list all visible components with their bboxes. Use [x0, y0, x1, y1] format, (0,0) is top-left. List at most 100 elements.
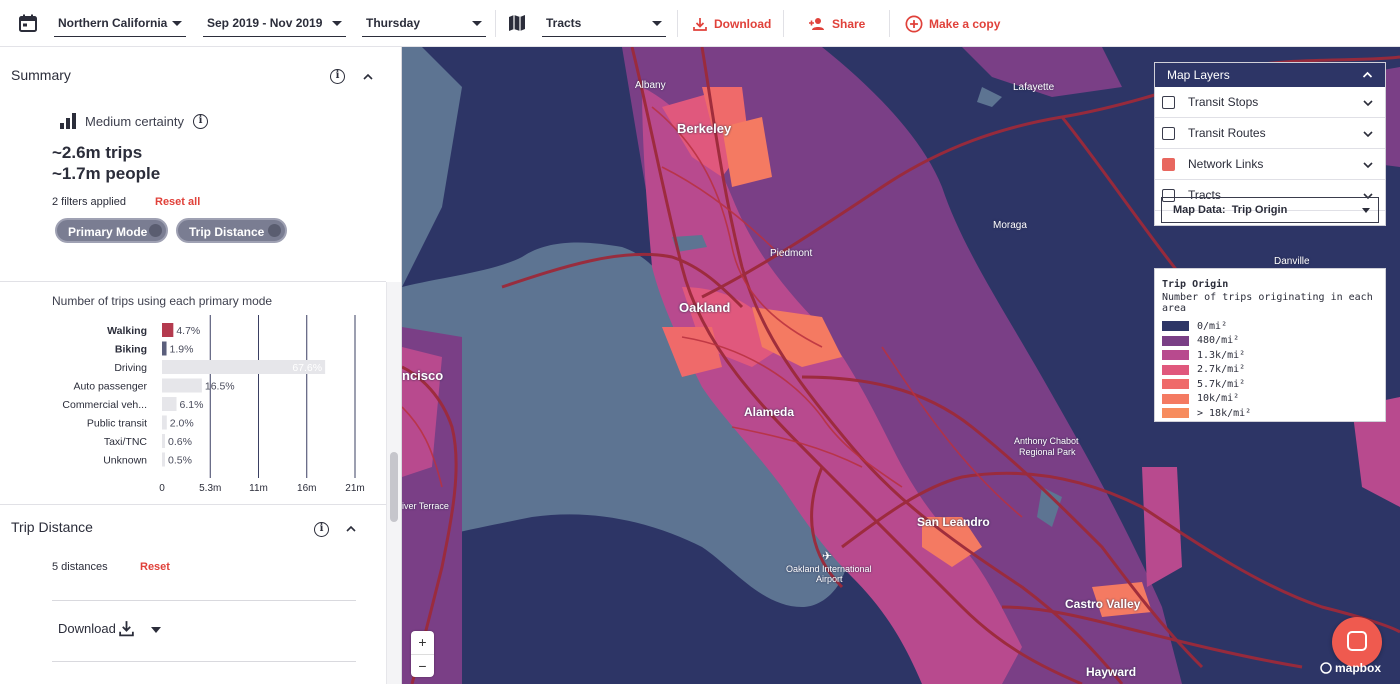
place-label: Alameda	[744, 405, 795, 419]
place-label: Oakland International	[786, 564, 872, 574]
share-button[interactable]: Share	[808, 14, 865, 34]
share-label: Share	[832, 17, 866, 31]
chevron-down-icon	[1362, 208, 1370, 213]
zoom-in-button[interactable]: +	[411, 631, 434, 654]
place-label: Albany	[635, 80, 666, 91]
legend-swatch	[1162, 335, 1189, 346]
checkbox[interactable]	[1162, 127, 1175, 140]
checkbox-checked[interactable]	[1162, 158, 1175, 171]
layer-transit-stops[interactable]: Transit Stops	[1155, 87, 1385, 118]
people-count: ~1.7m people	[52, 164, 161, 183]
value-label: 67.6%	[292, 362, 322, 374]
category-label: Walking	[107, 325, 147, 337]
filters-applied-text: 2 filters applied	[52, 196, 126, 208]
place-label: Oakland	[679, 300, 731, 315]
bar	[162, 434, 165, 448]
download-dropdown-label[interactable]: Download	[58, 621, 116, 636]
chevron-down-icon[interactable]	[151, 627, 161, 633]
chevron-up-icon[interactable]	[1362, 70, 1373, 80]
legend-swatch	[1162, 321, 1189, 331]
category-label: Commercial veh...	[62, 399, 147, 411]
section-divider	[0, 504, 386, 505]
download-button[interactable]: Download	[692, 14, 771, 34]
bar	[162, 415, 167, 430]
chevron-down-icon	[472, 21, 482, 26]
info-icon[interactable]: i	[330, 69, 345, 84]
calendar-icon	[19, 14, 37, 32]
legend-swatch	[1162, 379, 1189, 389]
x-tick-label: 21m	[345, 483, 364, 493]
distance-count: 5 distances	[52, 561, 108, 573]
chat-icon	[1347, 631, 1367, 651]
layer-network-links[interactable]: Network Links	[1155, 149, 1385, 180]
map-view[interactable]: Albany Berkeley Lafayette Piedmont Morag…	[402, 47, 1400, 684]
close-icon[interactable]	[149, 224, 162, 237]
filter-chip-label: Trip Distance	[189, 225, 265, 239]
map-layers-header[interactable]: Map Layers	[1155, 63, 1385, 87]
chevron-up-icon[interactable]	[346, 524, 356, 534]
geography-select-value: Tracts	[546, 16, 582, 30]
chevron-down-icon[interactable]	[1363, 129, 1373, 139]
chat-button[interactable]	[1332, 617, 1382, 667]
add-person-icon	[809, 18, 824, 30]
layer-label: Network Links	[1188, 157, 1264, 171]
legend-label: > 18k/mi²	[1197, 407, 1252, 419]
legend-label: 1.3k/mi²	[1197, 349, 1246, 361]
category-label: Biking	[115, 344, 147, 356]
info-icon[interactable]: i	[314, 522, 329, 537]
legend-item: 0/mi²	[1161, 320, 1379, 332]
map-data-value: Trip Origin	[1231, 204, 1288, 216]
info-icon[interactable]: i	[193, 114, 208, 129]
x-tick-label: 5.3m	[199, 483, 221, 493]
legend-item: 5.7k/mi²	[1161, 378, 1379, 390]
place-label: Moraga	[993, 220, 1027, 231]
trips-count: ~2.6m trips	[52, 143, 143, 162]
legend-label: 5.7k/mi²	[1197, 378, 1246, 390]
place-label: Piedmont	[770, 248, 813, 259]
legend-label: 480/mi²	[1197, 335, 1240, 346]
download-label: Download	[714, 17, 772, 31]
divider-line	[52, 600, 356, 601]
place-label: Lafayette	[1013, 82, 1055, 93]
map-data-select[interactable]: Map Data: Trip Origin	[1161, 197, 1379, 223]
airport-icon: ✈	[822, 549, 833, 563]
layer-transit-routes[interactable]: Transit Routes	[1155, 118, 1385, 149]
map-icon	[509, 15, 525, 31]
chevron-down-icon	[652, 21, 662, 26]
chevron-down-icon[interactable]	[1363, 98, 1373, 108]
scrollbar-thumb[interactable]	[390, 452, 398, 522]
legend-item: 2.7k/mi²	[1161, 364, 1379, 376]
day-select[interactable]: Thursday	[362, 10, 486, 37]
day-select-value: Thursday	[366, 16, 421, 30]
reset-link[interactable]: Reset	[140, 561, 170, 573]
top-toolbar: Northern California Sep 2019 - Nov 2019 …	[0, 0, 1400, 47]
checkbox[interactable]	[1162, 96, 1175, 109]
close-icon[interactable]	[268, 224, 281, 237]
value-label: 6.1%	[179, 399, 203, 411]
filter-chip-primary-mode[interactable]: Primary Mode	[55, 218, 168, 243]
chevron-up-icon[interactable]	[363, 72, 373, 82]
mapbox-attribution: mapbox	[1335, 661, 1382, 675]
trip-distance-title: Trip Distance	[11, 519, 93, 535]
date-range-select[interactable]: Sep 2019 - Nov 2019	[203, 10, 346, 37]
legend-item: 480/mi²	[1161, 335, 1379, 347]
layer-label: Transit Stops	[1188, 95, 1259, 109]
make-copy-button[interactable]: Make a copy	[905, 14, 1000, 34]
chevron-down-icon[interactable]	[1363, 160, 1373, 170]
x-tick-label: 16m	[297, 483, 316, 493]
filter-chip-trip-distance[interactable]: Trip Distance	[176, 218, 287, 243]
legend-swatch	[1162, 393, 1189, 404]
place-label: Danville	[1274, 256, 1310, 267]
geography-select[interactable]: Tracts	[542, 10, 666, 37]
reset-all-link[interactable]: Reset all	[155, 196, 200, 208]
left-panel: Summary i Medium certainty i ~2.6m trips…	[0, 47, 402, 684]
toolbar-divider	[783, 10, 784, 37]
map-data-label: Map Data:	[1173, 204, 1226, 216]
mode-bar-chart: 0 5.3m 11m 16m 21m Walking 4.7% Biking 1.9% Drivi…	[62, 315, 365, 493]
section-divider	[0, 281, 386, 282]
zoom-out-button[interactable]: −	[411, 654, 434, 677]
add-circle-icon	[905, 15, 923, 33]
place-label: Hayward	[1086, 665, 1137, 679]
download-icon[interactable]	[118, 620, 135, 637]
region-select[interactable]: Northern California	[54, 10, 186, 37]
